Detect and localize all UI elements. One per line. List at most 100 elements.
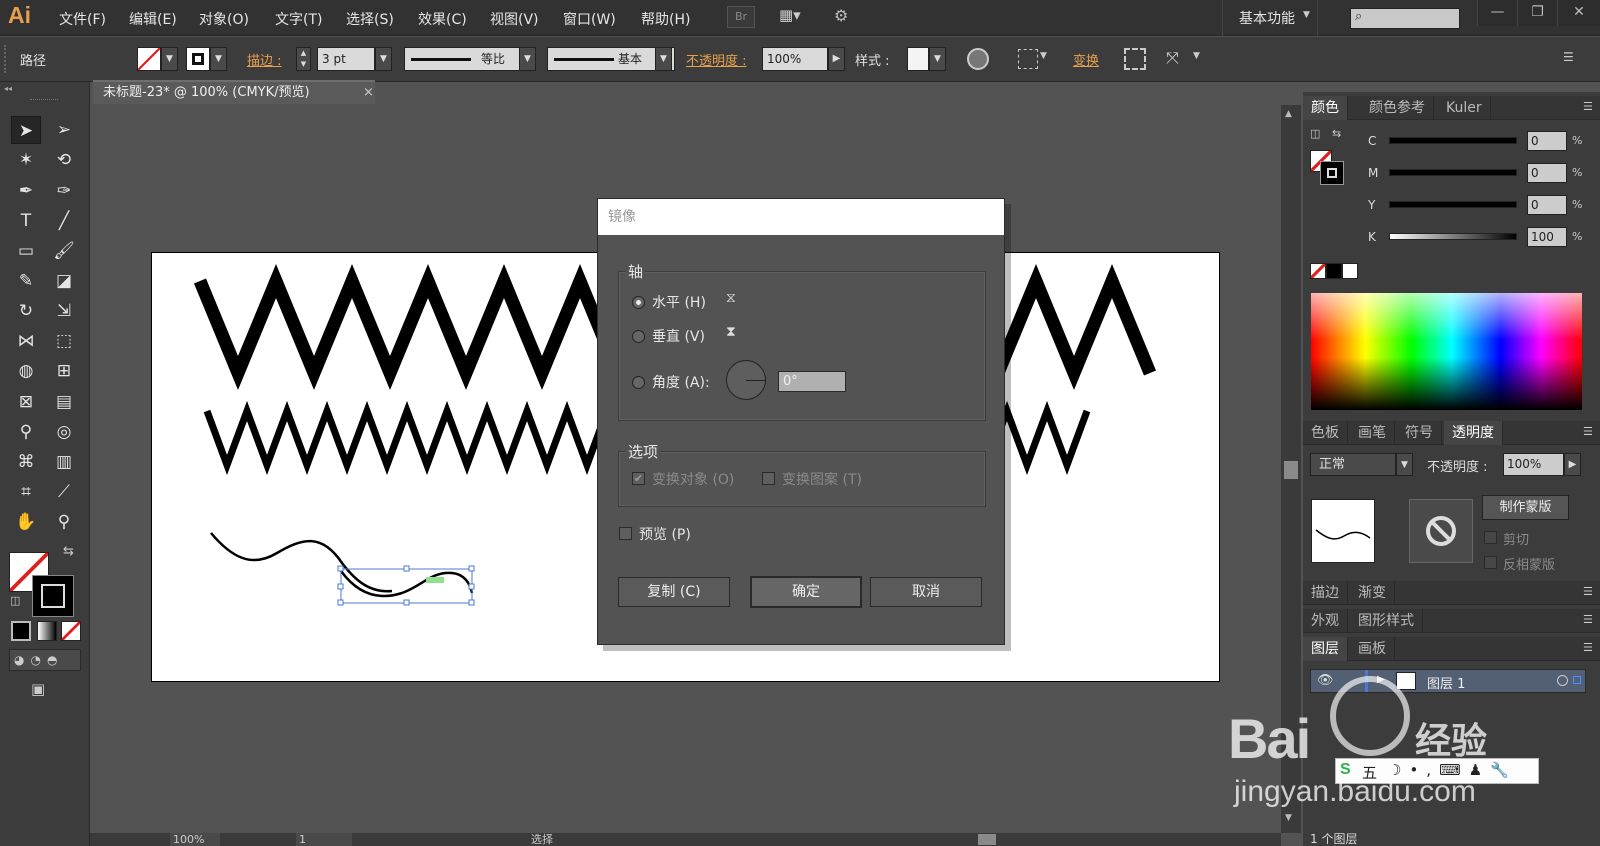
angle-input[interactable]: 0° bbox=[778, 371, 846, 392]
width-tool-icon[interactable]: ⋈ bbox=[11, 327, 41, 355]
tab-appearance[interactable]: 外观 bbox=[1303, 609, 1348, 633]
horizontal-radio[interactable] bbox=[632, 296, 645, 309]
rectangle-tool-icon[interactable]: ▭ bbox=[11, 237, 41, 265]
menu-effect[interactable]: 效果(C) bbox=[418, 9, 467, 29]
grip-handle[interactable] bbox=[30, 99, 58, 102]
color-spectrum[interactable] bbox=[1311, 293, 1582, 410]
layer-selection-icon[interactable] bbox=[1573, 676, 1581, 684]
line-segment-tool-icon[interactable]: ╱ bbox=[49, 207, 79, 235]
window-close-button[interactable]: ✕ bbox=[1557, 0, 1600, 26]
fill-dropdown-arrow[interactable]: ▼ bbox=[161, 47, 178, 71]
close-document-icon[interactable]: × bbox=[363, 82, 374, 104]
transparency-opacity-arrow[interactable]: ▶ bbox=[1564, 453, 1581, 476]
search-help-input[interactable]: ⌕ bbox=[1350, 8, 1460, 29]
mesh-tool-icon[interactable]: ⊠ bbox=[11, 388, 41, 416]
horizontal-scrollbar[interactable] bbox=[696, 833, 1281, 846]
menu-help[interactable]: 帮助(H) bbox=[641, 9, 690, 29]
edit-path-icon[interactable]: ⤧ bbox=[1166, 48, 1188, 70]
horizontal-label[interactable]: 水平 (H) bbox=[652, 292, 706, 312]
angle-dial[interactable] bbox=[726, 360, 766, 400]
isolate-icon[interactable] bbox=[1124, 48, 1146, 70]
perspective-grid-tool-icon[interactable]: ⊞ bbox=[49, 357, 79, 385]
tab-brushes[interactable]: 画笔 bbox=[1350, 421, 1395, 445]
cyan-value[interactable]: 0 bbox=[1527, 131, 1567, 151]
tab-kuler[interactable]: Kuler bbox=[1438, 96, 1491, 120]
gpu-performance-icon[interactable]: ⚙ bbox=[834, 6, 862, 28]
transform-panel-link[interactable]: 变换 bbox=[1073, 50, 1099, 69]
ok-button[interactable]: 确定 bbox=[750, 576, 862, 608]
window-minimize-button[interactable]: — bbox=[1477, 0, 1517, 26]
align-icon[interactable] bbox=[1018, 49, 1038, 69]
white-swatch[interactable] bbox=[1342, 263, 1358, 279]
invert-mask-checkbox[interactable] bbox=[1484, 556, 1497, 569]
appearance-panel-menu-icon[interactable]: ☰ bbox=[1583, 613, 1593, 626]
tab-swatches[interactable]: 色板 bbox=[1303, 421, 1348, 445]
menu-select[interactable]: 选择(S) bbox=[346, 9, 394, 29]
tab-stroke[interactable]: 描边 bbox=[1303, 581, 1348, 605]
hand-tool-icon[interactable]: ✋ bbox=[11, 508, 41, 536]
opacity-input[interactable]: 100% bbox=[762, 47, 828, 71]
menu-edit[interactable]: 编辑(E) bbox=[129, 9, 177, 29]
make-mask-button[interactable]: 制作蒙版 bbox=[1482, 495, 1569, 520]
opacity-panel-link[interactable]: 不透明度 : bbox=[686, 50, 747, 69]
selection-tool-icon[interactable]: ➤ bbox=[11, 116, 41, 144]
black-swatch[interactable] bbox=[1326, 263, 1342, 279]
menu-file[interactable]: 文件(F) bbox=[59, 9, 106, 29]
cancel-button[interactable]: 取消 bbox=[870, 577, 982, 607]
screen-mode-icon[interactable]: ▣ bbox=[31, 680, 57, 700]
graphic-style-swatch[interactable] bbox=[907, 47, 929, 71]
preview-label[interactable]: 预览 (P) bbox=[639, 524, 691, 544]
arrange-documents-icon[interactable]: ▦▾ bbox=[779, 6, 815, 28]
cyan-slider[interactable] bbox=[1389, 137, 1517, 144]
column-graph-tool-icon[interactable]: ▥ bbox=[49, 448, 79, 476]
opacity-slider-arrow[interactable]: ▶ bbox=[828, 47, 845, 71]
variable-width-profile[interactable]: 等比 bbox=[404, 47, 520, 71]
tab-color-guide[interactable]: 颜色参考 bbox=[1361, 96, 1434, 120]
brush-dropdown-arrow[interactable]: ▼ bbox=[655, 47, 672, 71]
eraser-tool-icon[interactable]: ◪ bbox=[49, 267, 79, 295]
scale-tool-icon[interactable]: ⇲ bbox=[49, 297, 79, 325]
page-field[interactable]: 1 bbox=[296, 833, 352, 846]
stroke-panel-link[interactable]: 描边 : bbox=[247, 50, 282, 69]
stroke-weight-input[interactable]: 3 pt bbox=[317, 47, 375, 71]
visibility-eye-icon[interactable]: 👁 bbox=[1317, 673, 1334, 688]
style-dropdown-arrow[interactable]: ▼ bbox=[929, 47, 946, 71]
lasso-tool-icon[interactable]: ⟲ bbox=[49, 146, 79, 174]
clip-checkbox[interactable] bbox=[1484, 531, 1497, 544]
gradient-tool-icon[interactable]: ▤ bbox=[49, 388, 79, 416]
black-slider[interactable] bbox=[1389, 233, 1517, 240]
color-mode-icon[interactable] bbox=[11, 621, 31, 641]
artboard-tool-icon[interactable]: ⌗ bbox=[11, 478, 41, 506]
magenta-slider[interactable] bbox=[1389, 169, 1517, 176]
slice-tool-icon[interactable]: ⟋ bbox=[49, 478, 79, 506]
blend-mode-select[interactable]: 正常 bbox=[1310, 453, 1396, 476]
tab-gradient[interactable]: 渐变 bbox=[1350, 581, 1395, 605]
curvature-tool-icon[interactable]: ✑ bbox=[49, 177, 79, 205]
menu-window[interactable]: 窗口(W) bbox=[563, 9, 616, 29]
magic-wand-tool-icon[interactable]: ✶ bbox=[11, 146, 41, 174]
direct-selection-tool-icon[interactable]: ➢ bbox=[49, 116, 79, 144]
none-swatch[interactable] bbox=[1310, 263, 1326, 279]
scroll-up-icon[interactable]: ▲ bbox=[1285, 109, 1292, 119]
paintbrush-tool-icon[interactable]: 🖌 bbox=[49, 237, 79, 265]
layer-target-icon[interactable] bbox=[1557, 675, 1568, 686]
yellow-value[interactable]: 0 bbox=[1527, 195, 1567, 215]
black-value[interactable]: 100 bbox=[1527, 227, 1567, 247]
yellow-slider[interactable] bbox=[1389, 201, 1517, 208]
color-panel-menu-icon[interactable]: ☰ bbox=[1583, 100, 1593, 113]
menu-type[interactable]: 文字(T) bbox=[275, 9, 322, 29]
h-scroll-thumb[interactable] bbox=[978, 834, 996, 845]
pen-tool-icon[interactable]: ✒ bbox=[11, 177, 41, 205]
angle-radio[interactable] bbox=[632, 376, 645, 389]
vertical-radio[interactable] bbox=[632, 330, 645, 343]
stroke-swatch[interactable] bbox=[186, 47, 210, 71]
transparency-panel-menu-icon[interactable]: ☰ bbox=[1583, 425, 1593, 438]
type-tool-icon[interactable]: T bbox=[11, 207, 41, 235]
none-mode-icon[interactable] bbox=[61, 621, 81, 641]
tab-layers[interactable]: 图层 bbox=[1303, 637, 1348, 661]
profile-dropdown-arrow[interactable]: ▼ bbox=[519, 47, 536, 71]
layer-name[interactable]: 图层 1 bbox=[1427, 673, 1465, 692]
grip-handle[interactable] bbox=[4, 45, 8, 73]
stroke-weight-dropdown[interactable]: ▼ bbox=[375, 47, 392, 71]
shape-builder-tool-icon[interactable]: ◍ bbox=[11, 357, 41, 385]
